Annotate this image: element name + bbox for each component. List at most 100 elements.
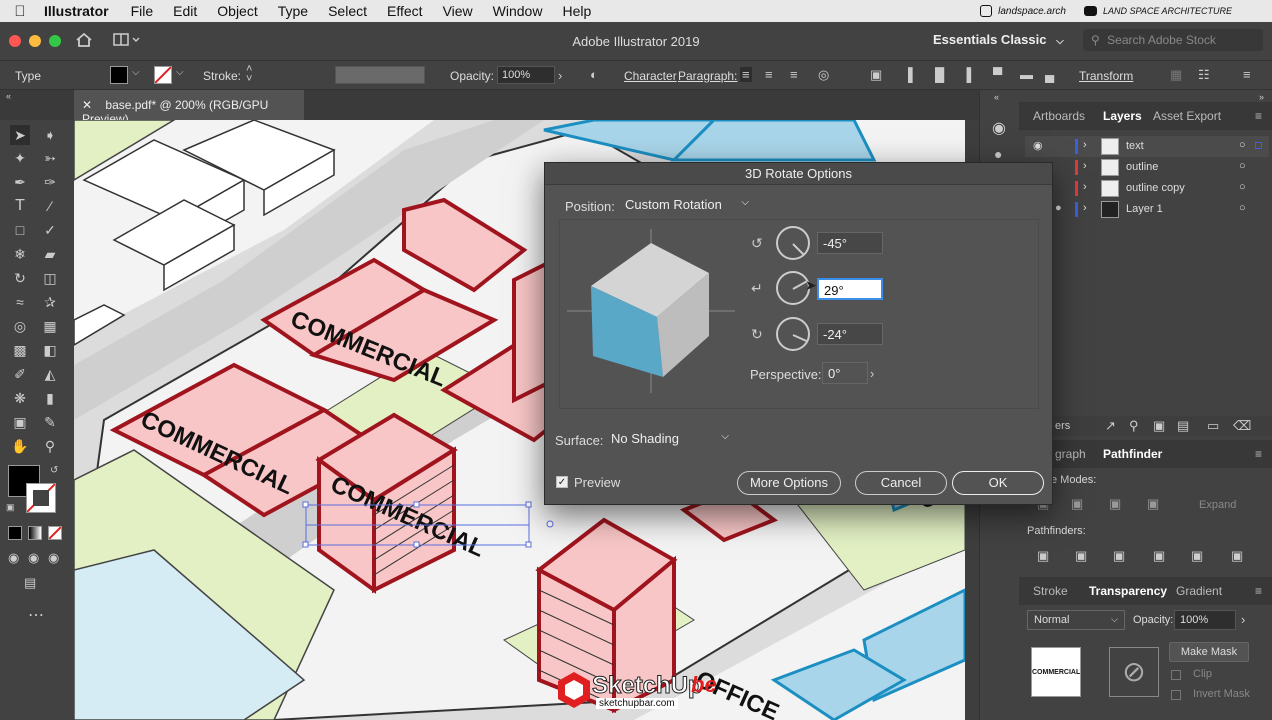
- tab-stroke[interactable]: Stroke: [1033, 584, 1068, 598]
- layer-row-outline[interactable]: › outline ○: [1025, 157, 1269, 178]
- tab-artboards[interactable]: Artboards: [1033, 109, 1085, 123]
- globe-icon[interactable]: ◎: [818, 67, 829, 83]
- chevron-right-icon[interactable]: ›: [1083, 160, 1087, 172]
- panel-menu-icon[interactable]: ≡: [1255, 447, 1262, 461]
- arrange-documents-icon[interactable]: [113, 32, 141, 50]
- transform-link[interactable]: Transform: [1079, 69, 1133, 83]
- layer-row-text[interactable]: ◉ › text ○: [1025, 136, 1269, 157]
- close-icon[interactable]: ✕: [82, 98, 92, 112]
- isolate-icon[interactable]: ▦: [1170, 67, 1182, 83]
- menu-type[interactable]: Type: [268, 3, 318, 19]
- character-link[interactable]: Character: [624, 69, 677, 83]
- chevron-right-icon[interactable]: ›: [1083, 202, 1087, 214]
- pen-tool-icon[interactable]: ✒: [10, 172, 30, 192]
- align-middle-icon[interactable]: ▬: [1020, 67, 1033, 82]
- tab-asset-export[interactable]: Asset Export: [1153, 109, 1221, 123]
- align-center-icon[interactable]: ≡: [765, 67, 773, 82]
- rotate-tool-icon[interactable]: ↻: [10, 268, 30, 288]
- eyedropper-tool-icon[interactable]: ✐: [10, 364, 30, 384]
- clipping-mask-icon[interactable]: ▣: [1153, 418, 1165, 434]
- divide-icon[interactable]: ▣: [1037, 548, 1049, 564]
- close-window-button[interactable]: [9, 35, 21, 47]
- none-mode-icon[interactable]: [48, 526, 62, 540]
- new-layer-icon[interactable]: ▭: [1207, 418, 1219, 434]
- more-tools-icon[interactable]: ⋯: [28, 605, 44, 625]
- stroke-stepper[interactable]: ˄ ˅: [246, 64, 252, 85]
- draw-normal-icon[interactable]: ◉: [8, 550, 19, 566]
- artboard-tool-icon[interactable]: ▣: [10, 412, 30, 432]
- stock-search-input[interactable]: ⚲ Search Adobe Stock: [1083, 29, 1263, 51]
- cancel-button[interactable]: Cancel: [855, 471, 947, 495]
- screen-mode-icon[interactable]: ▤: [24, 575, 36, 591]
- position-select[interactable]: Custom Rotation ⌵: [619, 194, 755, 216]
- rectangle-tool-icon[interactable]: □: [10, 220, 30, 240]
- menu-edit[interactable]: Edit: [163, 3, 207, 19]
- collapse-icon[interactable]: »: [1259, 92, 1264, 102]
- crop-icon[interactable]: ▣: [1153, 548, 1165, 564]
- blend-tool-icon[interactable]: ◭: [40, 364, 60, 384]
- blend-mode-select[interactable]: Normal ⌵: [1027, 610, 1125, 630]
- ok-button[interactable]: OK: [952, 471, 1044, 495]
- draw-behind-icon[interactable]: ◉: [28, 550, 39, 566]
- more-options-button[interactable]: More Options: [737, 471, 841, 495]
- minus-front-icon[interactable]: ▣: [1071, 496, 1083, 512]
- trash-icon[interactable]: ⌫: [1233, 418, 1251, 434]
- minimize-window-button[interactable]: [29, 35, 41, 47]
- curvature-tool-icon[interactable]: ✑: [40, 172, 60, 192]
- trim-icon[interactable]: ▣: [1075, 548, 1087, 564]
- opacity-field[interactable]: 100%: [1174, 610, 1236, 630]
- mask-none-icon[interactable]: ⊘: [1109, 647, 1159, 697]
- menu-file[interactable]: File: [121, 3, 164, 19]
- width-tool-icon[interactable]: ≈: [10, 292, 30, 312]
- scale-tool-icon[interactable]: ◫: [40, 268, 60, 288]
- zoom-window-button[interactable]: [49, 35, 61, 47]
- color-guide-icon[interactable]: ◉: [992, 118, 1006, 138]
- target-icon[interactable]: ○: [1239, 139, 1246, 151]
- tab-pathfinder[interactable]: Pathfinder: [1103, 447, 1162, 461]
- target-icon[interactable]: ○: [1239, 160, 1246, 172]
- menu-view[interactable]: View: [433, 3, 483, 19]
- merge-icon[interactable]: ▣: [1113, 548, 1125, 564]
- type-tool-icon[interactable]: T: [10, 196, 30, 216]
- minus-back-icon[interactable]: ▣: [1231, 548, 1243, 564]
- chevron-right-icon[interactable]: ›: [870, 366, 874, 381]
- stroke-swatch[interactable]: [154, 66, 172, 84]
- preview-checkbox[interactable]: ✓: [556, 476, 568, 488]
- chevron-right-icon[interactable]: ›: [1083, 139, 1087, 151]
- align-bottom-icon[interactable]: ▄: [1045, 67, 1054, 82]
- lasso-tool-icon[interactable]: ➳: [40, 148, 60, 168]
- shape-builder-tool-icon[interactable]: ◎: [10, 316, 30, 336]
- menu-app-name[interactable]: Illustrator: [40, 3, 121, 19]
- exclude-icon[interactable]: ▣: [1147, 496, 1159, 512]
- new-sublayer-icon[interactable]: ▤: [1177, 418, 1189, 434]
- opacity-field[interactable]: 100%: [497, 66, 555, 84]
- clip-checkbox[interactable]: [1171, 670, 1181, 680]
- make-mask-button[interactable]: Make Mask: [1169, 642, 1249, 662]
- export-icon[interactable]: ↗: [1105, 418, 1116, 434]
- magic-wand-tool-icon[interactable]: ✦: [10, 148, 30, 168]
- collapse-icon[interactable]: «: [994, 92, 999, 102]
- paintbrush-tool-icon[interactable]: ✓: [40, 220, 60, 240]
- draw-inside-icon[interactable]: ◉: [48, 550, 59, 566]
- direct-selection-tool-icon[interactable]: ➧: [40, 125, 60, 145]
- slice-tool-icon[interactable]: ✎: [40, 412, 60, 432]
- perspective-field[interactable]: 0°: [822, 362, 868, 384]
- collapse-icon[interactable]: «: [6, 91, 11, 101]
- tab-transparency[interactable]: Transparency: [1089, 584, 1167, 598]
- expand-button[interactable]: Expand: [1199, 499, 1236, 511]
- rotation-cube-preview[interactable]: [565, 225, 737, 397]
- mesh-tool-icon[interactable]: ▩: [10, 340, 30, 360]
- panel-menu-icon[interactable]: ≡: [1255, 584, 1262, 598]
- paragraph-link[interactable]: Paragraph:: [678, 69, 737, 83]
- menu-effect[interactable]: Effect: [377, 3, 433, 19]
- chevron-down-icon[interactable]: ⌵: [132, 67, 140, 78]
- layer-row-layer-1[interactable]: ● › Layer 1 ○: [1025, 199, 1269, 220]
- recolor-artwork-icon[interactable]: ◐: [590, 67, 598, 82]
- brushes-icon[interactable]: ●: [994, 146, 1002, 162]
- search-icon[interactable]: ⚲: [1129, 418, 1139, 434]
- zoom-tool-icon[interactable]: ⚲: [40, 436, 60, 456]
- tab-gradient[interactable]: Gradient: [1176, 584, 1222, 598]
- intersect-icon[interactable]: ▣: [1109, 496, 1121, 512]
- target-icon[interactable]: ○: [1239, 202, 1246, 214]
- gradient-mode-icon[interactable]: [28, 526, 42, 540]
